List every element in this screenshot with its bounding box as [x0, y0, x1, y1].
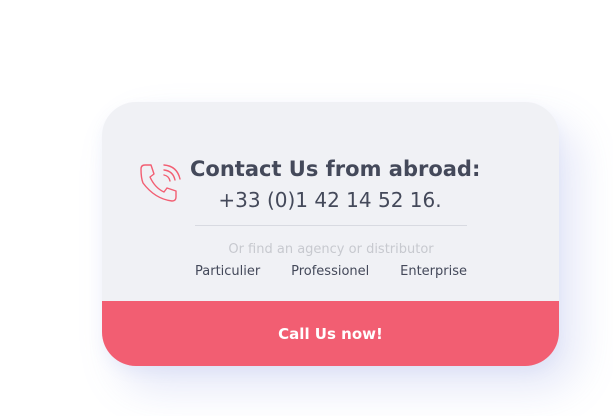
contact-card: Contact Us from abroad: +33 (0)1 42 14 5… [102, 102, 559, 366]
phone-number[interactable]: +33 (0)1 42 14 52 16. [190, 188, 470, 212]
agency-subtext: Or find an agency or distributor [228, 242, 434, 257]
link-particulier[interactable]: Particulier [195, 264, 260, 279]
customer-type-links: Particulier Professionel Enterprise [195, 264, 467, 279]
link-enterprise[interactable]: Enterprise [400, 264, 467, 279]
link-professionel[interactable]: Professionel [291, 264, 369, 279]
divider [195, 225, 467, 226]
call-us-button[interactable]: Call Us now! [102, 301, 559, 366]
contact-title: Contact Us from abroad: [190, 157, 481, 181]
phone-ringing-icon [136, 160, 182, 206]
